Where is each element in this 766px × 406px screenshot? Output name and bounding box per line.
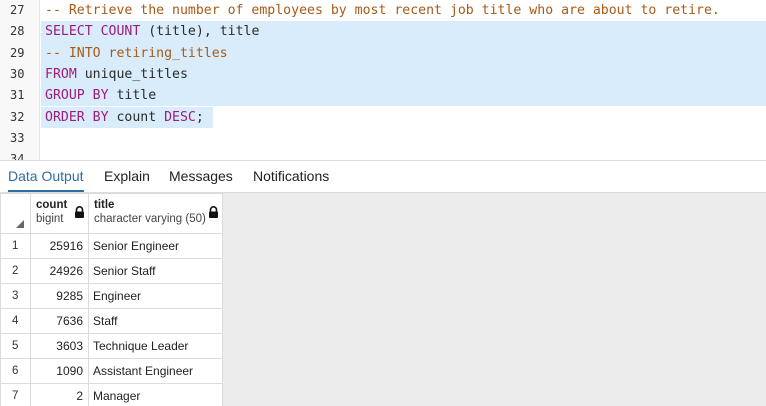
line-number: 28 <box>10 24 25 39</box>
code-line[interactable]: 31 GROUP BY title <box>0 85 766 107</box>
line-number: 32 <box>10 109 25 124</box>
code-line[interactable]: 30 FROM unique_titles <box>0 63 766 86</box>
line-number: 31 <box>10 88 25 103</box>
table-row[interactable]: 5 3603 Technique Leader <box>0 333 223 359</box>
count-cell[interactable]: 3603 <box>30 333 89 359</box>
code-line[interactable]: 28 SELECT COUNT (title), title <box>0 21 766 43</box>
line-number: 29 <box>10 45 25 60</box>
column-header-title[interactable]: title character varying (50) <box>88 193 223 234</box>
table-row[interactable]: 7 2 Manager <box>0 383 223 406</box>
sql-keyword: FROM <box>45 66 77 82</box>
sql-keyword: SELECT <box>45 24 93 40</box>
row-number[interactable]: 1 <box>0 233 31 259</box>
code-text: ORDER BY count DESC; <box>45 107 204 128</box>
row-number[interactable]: 5 <box>0 333 31 359</box>
sql-comment: -- INTO retiring_titles <box>45 45 228 61</box>
title-cell[interactable]: Assistant Engineer <box>88 358 223 384</box>
column-header-count[interactable]: count bigint <box>30 193 89 234</box>
count-cell[interactable]: 2 <box>30 383 89 406</box>
table-row[interactable]: 3 9285 Engineer <box>0 283 223 309</box>
row-number[interactable]: 6 <box>0 358 31 384</box>
data-output-grid: count bigint title character varying (50… <box>0 193 766 406</box>
sql-comment: -- Retrieve the number of employees by m… <box>45 3 720 18</box>
sql-keyword: GROUP BY <box>45 88 109 104</box>
column-name: title <box>94 199 115 211</box>
tab-notifications[interactable]: Notifications <box>253 161 329 192</box>
code-line[interactable]: 34 <box>0 149 766 160</box>
count-cell[interactable]: 9285 <box>30 283 89 309</box>
table-row[interactable]: 6 1090 Assistant Engineer <box>0 358 223 384</box>
sql-keyword: DESC <box>164 109 196 125</box>
code-line[interactable]: 29 -- INTO retiring_titles <box>0 42 766 64</box>
row-number[interactable]: 2 <box>0 258 31 284</box>
count-cell[interactable]: 24926 <box>30 258 89 284</box>
table-row[interactable]: 2 24926 Senior Staff <box>0 258 223 284</box>
select-all-corner[interactable] <box>0 193 31 234</box>
sql-text: (title), title <box>140 24 260 40</box>
line-number: 34 <box>10 152 25 160</box>
code-line[interactable]: 32 ORDER BY count DESC; <box>0 106 766 128</box>
row-number[interactable]: 3 <box>0 283 31 309</box>
result-table: count bigint title character varying (50… <box>0 193 223 406</box>
lock-icon <box>75 206 84 218</box>
code-text: -- INTO retiring_titles <box>45 43 228 64</box>
line-number: 30 <box>10 66 25 81</box>
count-cell[interactable]: 25916 <box>30 233 89 259</box>
column-type: character varying (50) <box>94 213 206 225</box>
count-cell[interactable]: 7636 <box>30 308 89 334</box>
code-line[interactable]: 33 <box>0 128 766 149</box>
title-cell[interactable]: Senior Staff <box>88 258 223 284</box>
table-row[interactable]: 1 25916 Senior Engineer <box>0 233 223 259</box>
header-row: count bigint title character varying (50… <box>0 193 223 234</box>
code-text: FROM unique_titles <box>45 64 188 85</box>
tab-explain[interactable]: Explain <box>104 161 150 192</box>
line-number: 33 <box>10 130 25 145</box>
code-text: GROUP BY title <box>45 85 156 106</box>
code-text: -- Retrieve the number of employees by m… <box>45 0 720 21</box>
sql-text: count <box>108 109 165 125</box>
code-text: SELECT COUNT (title), title <box>45 21 259 42</box>
title-cell[interactable]: Technique Leader <box>88 333 223 359</box>
title-cell[interactable]: Engineer <box>88 283 223 309</box>
title-cell[interactable]: Senior Engineer <box>88 233 223 259</box>
title-cell[interactable]: Manager <box>88 383 223 406</box>
sql-text: unique_titles <box>76 66 188 82</box>
result-tabs: Data Output Explain Messages Notifications <box>0 160 766 193</box>
title-cell[interactable]: Staff <box>88 308 223 334</box>
code-line[interactable]: 27 -- Retrieve the number of employees by… <box>0 0 766 21</box>
row-number[interactable]: 7 <box>0 383 31 406</box>
sql-editor[interactable]: 27 -- Retrieve the number of employees by… <box>0 0 766 160</box>
lock-icon <box>209 206 218 218</box>
sql-text: ; <box>195 109 204 125</box>
sql-keyword: COUNT <box>100 24 141 40</box>
tab-messages[interactable]: Messages <box>169 161 233 192</box>
sql-text: title <box>108 88 157 104</box>
sql-keyword: ORDER BY <box>45 109 109 125</box>
row-number[interactable]: 4 <box>0 308 31 334</box>
tab-data-output[interactable]: Data Output <box>8 161 84 192</box>
corner-triangle-icon <box>16 220 24 228</box>
table-row[interactable]: 4 7636 Staff <box>0 308 223 334</box>
count-cell[interactable]: 1090 <box>30 358 89 384</box>
line-number: 27 <box>10 3 25 17</box>
